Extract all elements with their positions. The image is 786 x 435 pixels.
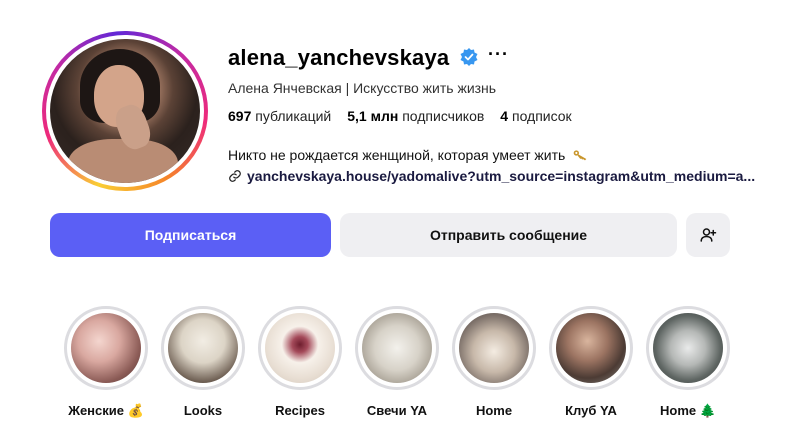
followers-stat[interactable]: 5,1 млн подписчиков bbox=[347, 108, 484, 124]
profile-bio: Никто не рождается женщиной, которая уме… bbox=[228, 147, 589, 163]
profile-full-name: Алена Янчевская | Искусство жить жизнь bbox=[228, 80, 497, 96]
highlight-label: Home 🌲 bbox=[660, 403, 716, 418]
highlight-cover bbox=[168, 313, 238, 383]
follow-button[interactable]: Подписаться bbox=[50, 213, 331, 257]
profile-username: alena_yanchevskaya bbox=[228, 45, 450, 70]
highlight-cover bbox=[265, 313, 335, 383]
highlight-item[interactable]: Home bbox=[452, 306, 536, 419]
avatar-photo bbox=[50, 39, 200, 183]
highlight-item[interactable]: Свечи YA bbox=[355, 306, 439, 419]
profile-link[interactable]: yanchevskaya.house/yadomalive?utm_source… bbox=[228, 168, 755, 184]
avatar-border bbox=[46, 35, 204, 187]
key-emoji-icon bbox=[573, 150, 587, 161]
highlight-ring bbox=[549, 306, 633, 390]
highlight-cover bbox=[362, 313, 432, 383]
add-user-icon bbox=[700, 228, 717, 242]
add-user-button[interactable] bbox=[686, 213, 730, 257]
profile-avatar[interactable] bbox=[42, 31, 208, 191]
highlight-cover bbox=[653, 313, 723, 383]
highlight-ring bbox=[161, 306, 245, 390]
highlight-item[interactable]: Recipes bbox=[258, 306, 342, 419]
highlight-label: Home bbox=[475, 403, 513, 418]
highlight-cover bbox=[459, 313, 529, 383]
highlight-ring bbox=[64, 306, 148, 390]
highlight-item[interactable]: Looks bbox=[161, 306, 245, 419]
link-icon bbox=[229, 170, 241, 182]
highlight-ring bbox=[355, 306, 439, 390]
highlight-label: Recipes bbox=[275, 403, 325, 418]
highlight-cover bbox=[71, 313, 141, 383]
highlight-item[interactable]: Home 🌲 bbox=[646, 306, 730, 419]
link-text: yanchevskaya.house/yadomalive?utm_source… bbox=[247, 168, 756, 184]
followers-count: 5,1 млн bbox=[347, 108, 399, 124]
bio-text: Никто не рождается женщиной, которая уме… bbox=[228, 147, 566, 163]
followers-label: подписчиков bbox=[402, 108, 485, 124]
highlight-ring bbox=[258, 306, 342, 390]
posts-count: 697 bbox=[228, 108, 252, 124]
send-message-button[interactable]: Отправить сообщение bbox=[340, 213, 677, 257]
following-label: подписок bbox=[511, 108, 572, 124]
highlight-label: Женские 💰 bbox=[68, 403, 144, 418]
highlight-item[interactable]: Клуб YA bbox=[549, 306, 633, 419]
highlight-ring bbox=[452, 306, 536, 390]
highlight-label: Looks bbox=[183, 403, 223, 418]
story-highlights: Женские 💰 Looks Recipes Свечи YA Home Кл… bbox=[64, 306, 730, 419]
verified-badge-icon bbox=[460, 48, 478, 66]
highlight-cover bbox=[556, 313, 626, 383]
posts-label: публикаций bbox=[255, 108, 332, 124]
highlight-ring bbox=[646, 306, 730, 390]
highlight-label: Клуб YA bbox=[565, 403, 617, 418]
more-options-icon[interactable]: ··· bbox=[488, 44, 509, 65]
profile-stats: 697 публикаций 5,1 млн подписчиков 4 под… bbox=[228, 108, 572, 124]
posts-stat: 697 публикаций bbox=[228, 108, 331, 124]
highlight-label: Свечи YA bbox=[366, 403, 428, 418]
following-count: 4 bbox=[500, 108, 509, 124]
highlight-item[interactable]: Женские 💰 bbox=[64, 306, 148, 419]
following-stat[interactable]: 4 подписок bbox=[500, 108, 571, 124]
